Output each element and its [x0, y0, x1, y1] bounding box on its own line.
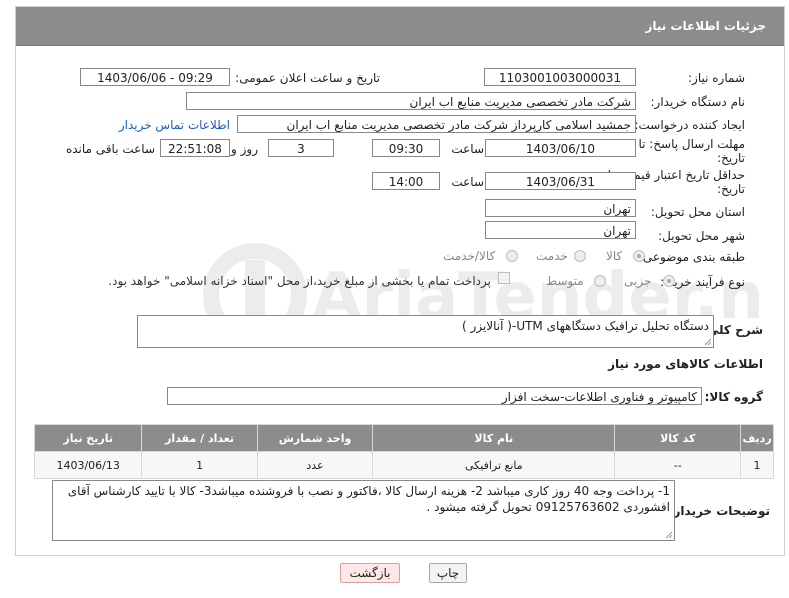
panel-header: جزئیات اطلاعات نیاز — [16, 7, 784, 46]
cell-item-name: مانع ترافیکی — [372, 451, 616, 479]
category-service-label: خدمت — [536, 249, 568, 263]
creator-field: جمشید اسلامی کارپرداز شرکت مادر تخصصی مد… — [237, 115, 636, 133]
col-item-code: کد کالا — [614, 424, 742, 452]
table-row: 1 -- مانع ترافیکی عدد 1 1403/06/13 — [33, 451, 774, 479]
cell-need-date: 1403/06/13 — [33, 451, 143, 479]
process-partial-label: جزیی — [624, 274, 652, 288]
announce-label: تاریخ و ساعت اعلان عمومی: — [235, 71, 380, 85]
buyer-label: نام دستگاه خریدار: — [650, 95, 746, 109]
process-medium-label: متوسط — [546, 274, 584, 288]
treasury-payment-note: پرداخت تمام یا بخشی از مبلغ خرید،از محل … — [108, 274, 491, 288]
creator-label: ایجاد کننده درخواست: — [634, 118, 745, 132]
cell-item-code: -- — [614, 451, 742, 479]
province-label: استان محل تحویل: — [650, 205, 745, 219]
price-time-field: 14:00 — [372, 172, 440, 190]
cell-unit: عدد — [256, 451, 374, 479]
city-label: شهر محل تحویل: — [658, 229, 745, 243]
panel-title: جزئیات اطلاعات نیاز — [645, 19, 766, 33]
description-text: دستگاه تحلیل ترافیک دستگاههای UTM-( آنال… — [462, 319, 709, 333]
goods-group-label: گروه کالا: — [704, 390, 763, 404]
goods-group-field: کامپیوتر و فناوری اطلاعات-سخت افزار — [167, 387, 702, 405]
deadline-label: مهلت ارسال پاسخ: تا — [638, 137, 745, 151]
goods-section-title: اطلاعات کالاهای مورد نیاز — [608, 357, 763, 371]
announce-field: 1403/06/06 - 09:29 — [80, 68, 230, 86]
col-quantity: تعداد / مقدار — [141, 424, 258, 452]
print-button[interactable]: چاپ — [429, 563, 467, 583]
need-number-label: شماره نیاز: — [688, 71, 745, 85]
days-remaining-field: 3 — [268, 139, 334, 157]
deadline-time-label: ساعت — [451, 142, 484, 156]
items-table: ردیف کد کالا نام کالا واحد شمارش تعداد /… — [33, 424, 774, 479]
cell-quantity: 1 — [141, 451, 258, 479]
category-goods-service-radio[interactable] — [506, 250, 518, 262]
col-need-date: تاریخ نیاز — [33, 424, 143, 452]
process-partial-radio[interactable] — [663, 275, 675, 287]
buyer-notes-line-2: افشوردی 09125763602 تحویل گرفته میشود . — [426, 500, 670, 514]
buyer-notes-line-1: 1- پرداخت وجه 40 روز کاری میباشد 2- هزین… — [67, 484, 670, 498]
buyer-field: شرکت مادر تخصصی مدیریت منابع اب ایران — [186, 92, 636, 110]
back-button[interactable]: بازگشت — [340, 563, 400, 583]
remaining-time-label: ساعت باقی مانده — [65, 142, 155, 156]
description-textarea: دستگاه تحلیل ترافیک دستگاههای UTM-( آنال… — [137, 315, 714, 348]
price-time-label: ساعت — [451, 175, 484, 189]
process-medium-radio[interactable] — [594, 275, 606, 287]
category-goods-radio[interactable] — [633, 250, 645, 262]
category-service-radio[interactable] — [574, 250, 586, 262]
days-label: روز و — [231, 142, 258, 156]
need-number-field: 1103001003000031 — [484, 68, 636, 86]
category-label: طبقه بندی موضوعی: — [638, 250, 745, 264]
resize-grip-icon[interactable] — [664, 530, 672, 538]
city-field: تهران — [485, 221, 636, 239]
col-item-name: نام کالا — [372, 424, 616, 452]
price-date-field: 1403/06/31 — [485, 172, 636, 190]
province-field: تهران — [485, 199, 636, 217]
deadline-label-date: تاریخ: — [717, 151, 745, 165]
price-validity-label-date: تاریخ: — [717, 182, 745, 196]
col-unit: واحد شمارش — [256, 424, 374, 452]
treasury-payment-checkbox[interactable] — [498, 272, 510, 284]
category-goods-service-label: کالا/خدمت — [443, 249, 496, 263]
category-goods-label: کالا — [606, 249, 623, 263]
remaining-time-field: 22:51:08 — [160, 139, 230, 157]
col-row-number: ردیف — [740, 424, 774, 452]
deadline-time-field: 09:30 — [372, 139, 440, 157]
buyer-contact-link[interactable]: اطلاعات تماس خریدار — [119, 118, 230, 132]
resize-grip-icon[interactable] — [703, 337, 711, 345]
deadline-date-field: 1403/06/10 — [485, 139, 636, 157]
buyer-notes-label: توضیحات خریدار: — [668, 504, 770, 518]
table-header-row: ردیف کد کالا نام کالا واحد شمارش تعداد /… — [33, 424, 774, 452]
buyer-notes-textarea: 1- پرداخت وجه 40 روز کاری میباشد 2- هزین… — [52, 480, 675, 541]
cell-row-number: 1 — [740, 451, 774, 479]
